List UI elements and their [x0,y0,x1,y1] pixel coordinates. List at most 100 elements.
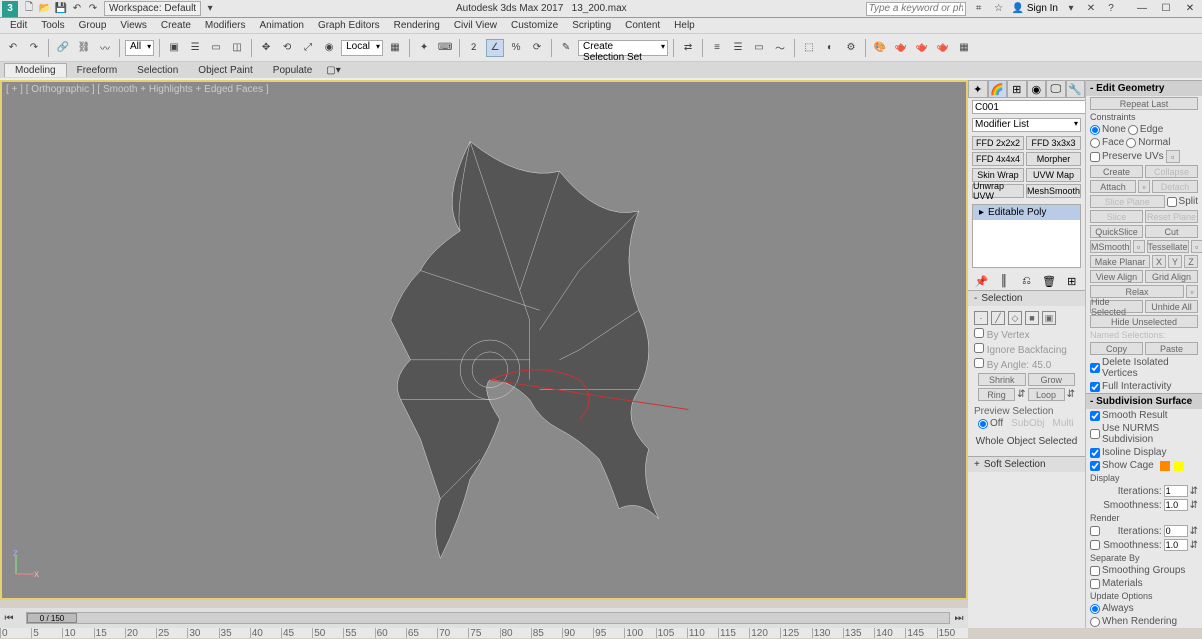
hidesel-button[interactable]: Hide Selected [1090,300,1143,313]
config-sets-icon[interactable]: ⊞ [1065,274,1079,288]
rotate-button[interactable]: ⟲ [278,39,296,57]
snap-2d-button[interactable]: 2️ [465,39,483,57]
workspace-dropdown[interactable]: Workspace: Default [104,1,201,16]
menu-group[interactable]: Group [73,19,113,32]
modifier-stack[interactable]: ▸Editable Poly [972,204,1081,268]
smooth-result-check[interactable] [1090,411,1100,421]
spinner-snap-button[interactable]: ⟳ [528,39,546,57]
copy-sel-button[interactable]: Copy [1090,342,1143,355]
render-iterative-button[interactable]: 🫖 [913,39,931,57]
select-object-button[interactable]: ▣ [165,39,183,57]
manipulate-button[interactable]: ✦ [415,39,433,57]
render-frame-button[interactable]: 🎨 [871,39,889,57]
attach-button[interactable]: Attach [1090,180,1136,193]
unique-icon[interactable]: ⎌ [1019,274,1033,288]
menu-modifiers[interactable]: Modifiers [199,19,252,32]
curve-editor-button[interactable]: 〜 [771,39,789,57]
msmooth-button[interactable]: MSmooth [1090,240,1131,253]
makeplanar-button[interactable]: Make Planar [1090,255,1150,268]
window-crossing-button[interactable]: ◫ [228,39,246,57]
cut-button[interactable]: Cut [1145,225,1198,238]
del-iso-check[interactable] [1090,363,1100,373]
pin-stack-icon[interactable]: 📌 [974,274,988,288]
snap-angle-button[interactable]: ∠ [486,39,504,57]
schematic-view-button[interactable]: ⬚ [800,39,818,57]
named-selset-dropdown[interactable]: Create Selection Set [578,40,668,56]
viewalign-button[interactable]: View Align [1090,270,1143,283]
rollout-softsel-header[interactable]: +Soft Selection [968,457,1085,472]
render-iter-check[interactable] [1090,526,1100,536]
mod-ffd333[interactable]: FFD 3x3x3 [1026,136,1081,150]
render-last-button[interactable]: ▦ [955,39,973,57]
render-iter-input[interactable] [1164,525,1188,537]
undo-icon[interactable]: ↶ [70,2,84,16]
cmd-tab-motion[interactable]: ◉ [1027,80,1047,98]
selection-filter-dropdown[interactable]: All [125,40,154,56]
menu-customize[interactable]: Customize [505,19,564,32]
shrink-button[interactable]: Shrink [978,373,1026,386]
snap-percent-button[interactable]: % [507,39,525,57]
gridalign-button[interactable]: Grid Align [1145,270,1198,283]
cage-color-1[interactable] [1160,461,1170,471]
render-smooth-input[interactable] [1164,539,1188,551]
full-interact-check[interactable] [1090,382,1100,392]
ribbon-tab-populate[interactable]: Populate [263,64,322,77]
apps-icon[interactable]: ⌗ [972,2,986,16]
planar-y-button[interactable]: Y [1168,255,1182,268]
cmd-tab-create[interactable]: ✦ [968,80,988,98]
constraint-edge-radio[interactable] [1128,125,1138,135]
create-button[interactable]: Create [1090,165,1143,178]
open-icon[interactable]: 📂 [38,2,52,16]
showcage-check[interactable] [1090,461,1100,471]
planar-x-button[interactable]: X [1152,255,1166,268]
pivot-center-button[interactable]: ▦ [386,39,404,57]
stack-expand-icon[interactable]: ▸ [979,207,984,218]
mirror-button[interactable]: ⇄ [679,39,697,57]
cmd-tab-utilities[interactable]: 🔧 [1066,80,1086,98]
ribbon-minimize-icon[interactable]: ▢▾ [322,64,344,77]
mod-unwrap[interactable]: Unwrap UVW [972,184,1024,198]
mod-uvwmap[interactable]: UVW Map [1026,168,1081,182]
sel-polygon-icon[interactable]: ■ [1025,311,1039,325]
exchange-icon[interactable]: ✕ [1084,2,1098,16]
subdiv-surface-header[interactable]: - Subdivision Surface [1086,393,1202,409]
grow-button[interactable]: Grow [1028,373,1076,386]
sep-mat-check[interactable] [1090,579,1100,589]
render-smooth-check[interactable] [1090,540,1100,550]
timeline-right-icon[interactable]: ⏭ [950,609,968,627]
detach-button[interactable]: Detach [1152,180,1198,193]
split-check[interactable] [1167,197,1177,207]
undo-button[interactable]: ↶ [4,39,22,57]
unlink-button[interactable]: ⛓ [75,39,93,57]
menu-edit[interactable]: Edit [4,19,33,32]
ignore-backfacing-check[interactable] [974,343,984,353]
sel-element-icon[interactable]: ▣ [1042,311,1056,325]
sel-vertex-icon[interactable]: · [974,311,988,325]
sliceplane-button[interactable]: Slice Plane [1090,195,1165,208]
tessellate-settings[interactable]: ▫ [1191,240,1202,253]
repeat-last-button[interactable]: Repeat Last [1090,97,1198,110]
quickslice-button[interactable]: QuickSlice [1090,225,1143,238]
remove-mod-icon[interactable]: 🗑 [1042,274,1056,288]
object-name-input[interactable] [972,100,1086,114]
link-button[interactable]: 🔗 [54,39,72,57]
render-production-button[interactable]: 🫖 [892,39,910,57]
preserve-uv-check[interactable] [1090,152,1100,162]
minimize-button[interactable]: — [1132,2,1152,16]
select-rect-button[interactable]: ▭ [207,39,225,57]
viewport[interactable]: [ + ] [ Orthographic ] [ Smooth + Highli… [0,80,968,600]
nurms-check[interactable] [1090,429,1100,439]
ribbon-tab-modeling[interactable]: Modeling [4,63,67,77]
layers-button[interactable]: ☰ [729,39,747,57]
keyboard-shortcut-button[interactable]: ⌨ [436,39,454,57]
menu-content[interactable]: Content [619,19,666,32]
maximize-button[interactable]: ☐ [1156,2,1176,16]
planar-z-button[interactable]: Z [1184,255,1198,268]
timeline[interactable]: ⏮ 0 / 150 ⏭ [0,608,968,628]
constraint-face-radio[interactable] [1090,138,1100,148]
ref-coord-dropdown[interactable]: Local [341,40,383,56]
cage-color-2[interactable] [1174,461,1184,471]
hideunsel-button[interactable]: Hide Unselected [1090,315,1198,328]
paste-sel-button[interactable]: Paste [1145,342,1198,355]
timeline-left-icon[interactable]: ⏮ [0,609,18,627]
